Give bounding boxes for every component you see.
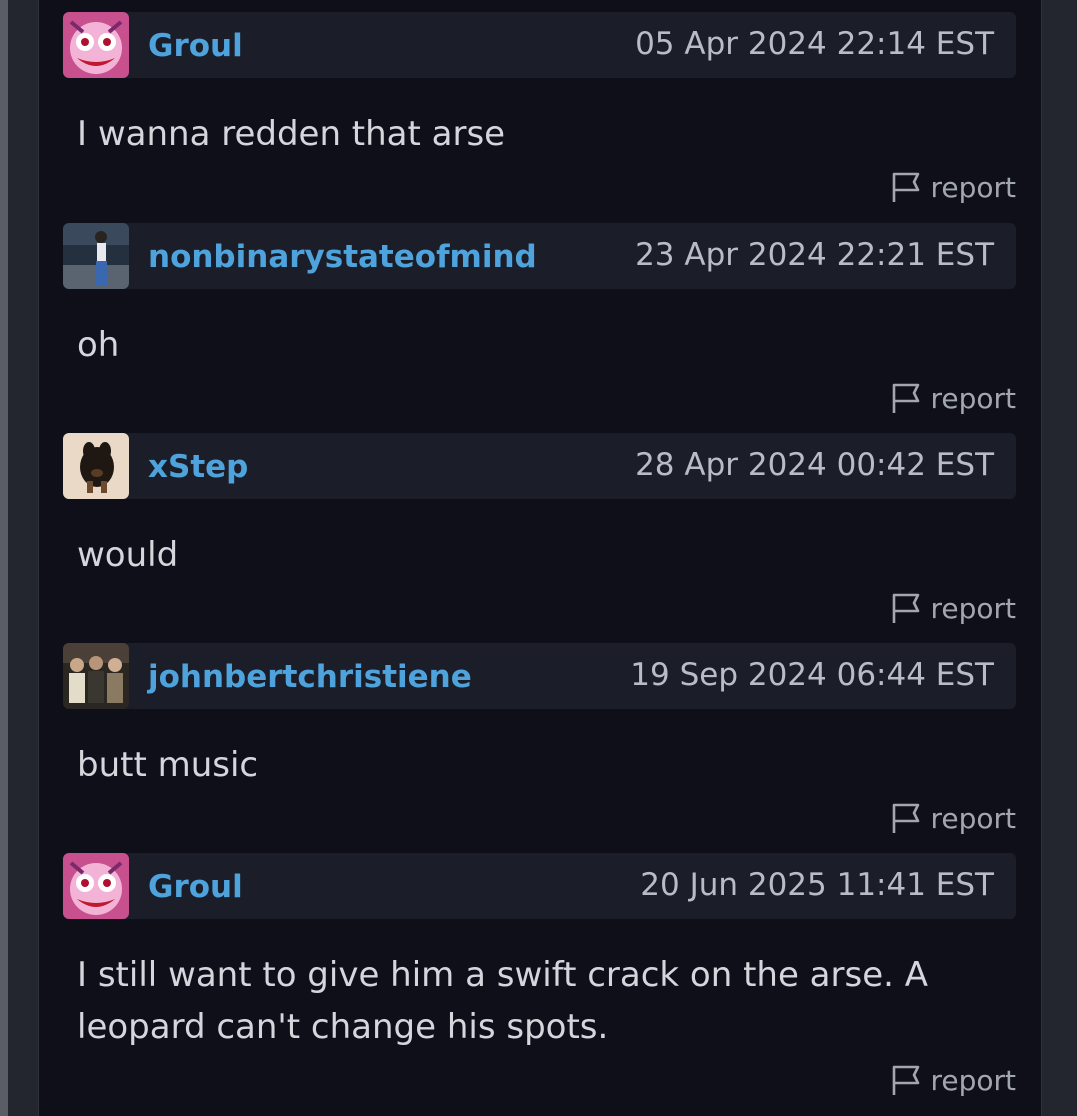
- username-link[interactable]: johnbertchristiene: [148, 659, 472, 695]
- comment-header: nonbinarystateofmind 23 Apr 2024 22:21 E…: [63, 223, 1016, 289]
- comments-panel: Groul 05 Apr 2024 22:14 EST I wanna redd…: [38, 0, 1042, 1116]
- username-link[interactable]: xStep: [148, 449, 248, 485]
- comment-text: I still want to give him a swift crack o…: [77, 955, 928, 1047]
- username-link[interactable]: Groul: [148, 28, 243, 64]
- flag-icon: [893, 383, 920, 413]
- comment-item: nonbinarystateofmind 23 Apr 2024 22:21 E…: [63, 223, 1016, 415]
- report-button[interactable]: report: [890, 591, 1016, 625]
- flag-icon: [893, 593, 920, 623]
- comment-timestamp: 28 Apr 2024 00:42 EST: [635, 447, 994, 483]
- comment-timestamp: 05 Apr 2024 22:14 EST: [635, 26, 994, 62]
- comment-timestamp: 23 Apr 2024 22:21 EST: [635, 237, 994, 273]
- comment-item: Groul 05 Apr 2024 22:14 EST I wanna redd…: [63, 12, 1016, 204]
- username-link[interactable]: nonbinarystateofmind: [148, 239, 537, 275]
- report-label: report: [930, 591, 1016, 625]
- comment-timestamp: 19 Sep 2024 06:44 EST: [630, 657, 994, 693]
- report-button[interactable]: report: [890, 381, 1016, 415]
- left-scroll-rail: [0, 0, 8, 1116]
- comment-timestamp: 20 Jun 2025 11:41 EST: [640, 867, 994, 903]
- comment-item: Groul 20 Jun 2025 11:41 EST I still want…: [63, 853, 1016, 1097]
- comment-text: butt music: [77, 745, 259, 785]
- comment-header: Groul 05 Apr 2024 22:14 EST: [63, 12, 1016, 78]
- group-photo-avatar[interactable]: [63, 643, 129, 709]
- comment-header: xStep 28 Apr 2024 00:42 EST: [63, 433, 1016, 499]
- report-label: report: [930, 170, 1016, 204]
- comment-header: Groul 20 Jun 2025 11:41 EST: [63, 853, 1016, 919]
- flag-icon: [893, 803, 920, 833]
- comment-item: johnbertchristiene 19 Sep 2024 06:44 EST…: [63, 643, 1016, 835]
- pink-creature-avatar[interactable]: [63, 853, 129, 919]
- comment-text: would: [77, 535, 179, 575]
- flag-icon: [893, 172, 920, 202]
- comment-text: oh: [77, 325, 120, 365]
- username-link[interactable]: Groul: [148, 869, 243, 905]
- comment-header: johnbertchristiene 19 Sep 2024 06:44 EST: [63, 643, 1016, 709]
- report-label: report: [930, 381, 1016, 415]
- comment-item: xStep 28 Apr 2024 00:42 EST would report: [63, 433, 1016, 625]
- lakeside-photo-avatar[interactable]: [63, 223, 129, 289]
- report-label: report: [930, 801, 1016, 835]
- dog-photo-avatar[interactable]: [63, 433, 129, 499]
- report-label: report: [930, 1063, 1016, 1097]
- comment-text: I wanna redden that arse: [77, 114, 506, 154]
- pink-creature-avatar[interactable]: [63, 12, 129, 78]
- report-button[interactable]: report: [890, 170, 1016, 204]
- report-button[interactable]: report: [890, 1063, 1016, 1097]
- flag-icon: [893, 1065, 920, 1095]
- report-button[interactable]: report: [890, 801, 1016, 835]
